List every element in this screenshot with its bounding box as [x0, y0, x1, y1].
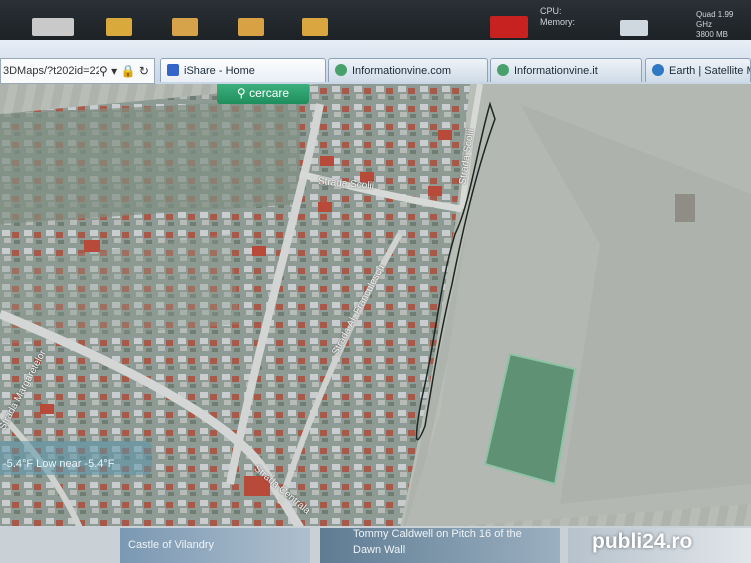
tab-label: Informationvine.com: [352, 65, 452, 77]
tab-ishare-home[interactable]: iShare - Home: [160, 58, 326, 82]
address-bar[interactable]: 3DMaps/?t202id=22 ⚲ ▾ 🔒 ↻: [0, 58, 155, 84]
tab-informationvine-it[interactable]: Informationvine.it: [490, 58, 642, 82]
cpu-speed: Quad 1.99 GHz: [696, 10, 734, 29]
ie-icon: [652, 64, 664, 76]
refresh-icon[interactable]: ↻: [139, 64, 149, 78]
tab-label: iShare - Home: [184, 65, 255, 77]
grid-icon[interactable]: [620, 20, 648, 36]
photo-caption: Dawn Wall: [353, 544, 406, 556]
memory-label: Memory:: [540, 17, 576, 27]
search-icon: ⚲: [236, 86, 246, 100]
app-icon[interactable]: [32, 18, 74, 36]
globe-icon: [497, 64, 509, 76]
folder-icon[interactable]: [302, 18, 328, 36]
system-stats: Quad 1.99 GHz 3800 MB: [696, 10, 751, 40]
search-button[interactable]: ⚲ cercare: [217, 84, 309, 104]
search-label: cercare: [249, 86, 290, 100]
cpu-label: CPU:: [540, 6, 562, 16]
search-icon[interactable]: ⚲: [99, 64, 108, 78]
photo-caption: Tommy Caldwell on Pitch 16 of the: [353, 528, 522, 540]
watermark-logo: publi24.ro: [592, 530, 693, 553]
desktop-taskbar: CPU: Memory: Quad 1.99 GHz 3800 MB: [0, 0, 751, 40]
cpu-meter: CPU: Memory:: [540, 6, 575, 28]
weather-text: -5.4°F Low near -5.4°F: [3, 458, 115, 470]
tab-label: Earth | Satellite Maps: [669, 65, 750, 77]
app-icon[interactable]: [490, 16, 528, 38]
address-controls: ⚲ ▾ 🔒 ↻: [99, 64, 149, 78]
memory-value: 3800 MB: [696, 30, 729, 39]
chevron-down-icon[interactable]: ▾: [111, 64, 117, 78]
tab-informationvine-com[interactable]: Informationvine.com: [328, 58, 488, 82]
lock-icon: 🔒: [120, 64, 136, 78]
folder-icon[interactable]: [238, 18, 264, 36]
folder-icon[interactable]: [172, 18, 198, 36]
ishare-icon: [167, 64, 179, 76]
tab-label: Informationvine.it: [514, 65, 598, 77]
folder-icon[interactable]: [106, 18, 132, 36]
address-text[interactable]: 3DMaps/?t202id=22: [3, 65, 99, 77]
photo-caption: Castle of Vilandry: [128, 539, 215, 551]
globe-icon: [335, 64, 347, 76]
tab-earth-satellite-maps[interactable]: Earth | Satellite Maps: [645, 58, 751, 82]
